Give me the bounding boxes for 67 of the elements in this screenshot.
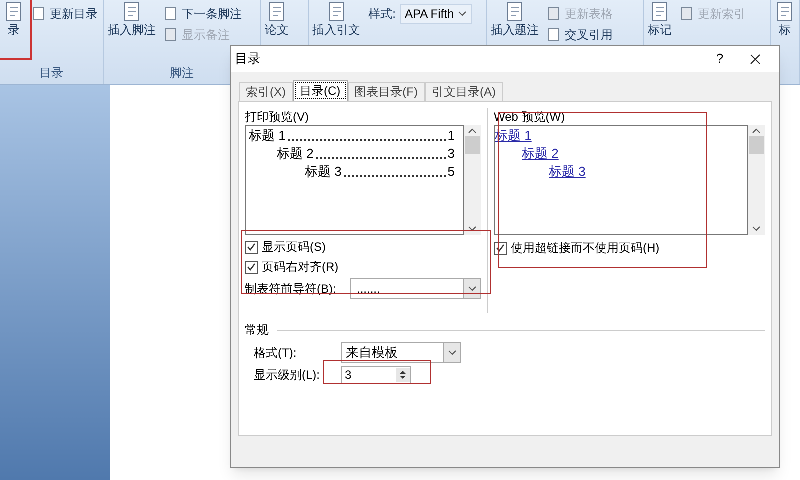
page-icon xyxy=(164,7,178,21)
document-icon xyxy=(650,2,670,22)
caret-icon xyxy=(448,350,456,356)
close-icon xyxy=(750,54,760,64)
page-number: 5 xyxy=(448,163,455,181)
document-icon xyxy=(326,2,347,22)
checkmark-icon xyxy=(496,244,505,252)
ribbon-large-button[interactable]: 标 xyxy=(775,2,795,62)
checkbox[interactable] xyxy=(245,260,258,274)
document-icon xyxy=(505,2,526,22)
format-label: 格式(T): xyxy=(254,344,298,362)
scroll-up-icon xyxy=(752,128,761,134)
format-dropdown[interactable]: 来自模板 xyxy=(341,342,461,363)
page-icon xyxy=(680,7,694,21)
document-icon xyxy=(775,2,795,22)
section-title: 常规 xyxy=(245,322,269,339)
toc-heading-text: 标题 2 xyxy=(277,145,314,163)
scroll-thumb[interactable] xyxy=(465,136,480,154)
style-label: 样式: xyxy=(368,6,396,23)
ribbon-small-button[interactable]: 交叉引用 xyxy=(547,25,614,45)
toc-hyperlink[interactable]: 标题 3 xyxy=(549,164,586,179)
document-icon xyxy=(4,2,24,22)
checkmark-icon xyxy=(247,263,256,271)
scroll-thumb[interactable] xyxy=(749,136,764,154)
help-button[interactable]: ? xyxy=(705,49,735,69)
ribbon-small-button[interactable]: 更新目录 xyxy=(32,4,98,24)
toc-heading-text: 标题 1 xyxy=(249,127,286,145)
option-label: 显示页码(S) xyxy=(262,239,326,256)
checkmark-icon xyxy=(247,243,256,251)
page-icon xyxy=(547,28,562,42)
print-preview-label: 打印预览(V) xyxy=(245,109,310,124)
scrollbar[interactable] xyxy=(748,125,765,235)
option-label: 使用超链接而不使用页码(H) xyxy=(511,240,660,257)
checkbox[interactable] xyxy=(494,242,507,254)
ribbon-large-button[interactable]: 标记 xyxy=(648,2,672,62)
caret-icon xyxy=(752,226,761,232)
page-icon xyxy=(32,7,46,21)
caret-icon xyxy=(458,11,468,17)
ribbon-large-button[interactable]: 插入引文 xyxy=(312,2,361,62)
ribbon-large-button[interactable]: 插入脚注 xyxy=(108,2,156,62)
scroll-up-icon xyxy=(468,128,477,134)
page-icon xyxy=(547,7,562,21)
ribbon-large-button[interactable]: 录 xyxy=(4,2,24,62)
leader-dropdown[interactable]: ....... xyxy=(350,278,481,299)
page-icon xyxy=(164,28,178,42)
ribbon-group-label: 目录 xyxy=(38,65,65,82)
dialog-title: 目录 xyxy=(235,50,262,68)
style-dropdown[interactable]: APA Fifth xyxy=(400,4,472,24)
page-number: 3 xyxy=(448,145,455,163)
scrollbar[interactable] xyxy=(464,125,481,235)
toc-hyperlink[interactable]: 标题 2 xyxy=(522,146,559,161)
caret-icon xyxy=(468,226,477,232)
spin-arrows-icon xyxy=(396,368,410,382)
caret-icon xyxy=(468,286,476,292)
document-icon xyxy=(266,2,287,22)
checkbox[interactable] xyxy=(245,240,258,254)
ribbon-small-button[interactable]: 下一条脚注 xyxy=(164,4,242,24)
ribbon-group-label: 脚注 xyxy=(169,65,196,82)
tab[interactable]: 目录(C) xyxy=(293,80,348,101)
toc-heading-text: 标题 3 xyxy=(305,163,342,181)
ribbon-large-button[interactable]: 论文 xyxy=(264,2,289,62)
levels-spinbox[interactable]: 3 xyxy=(341,366,411,384)
option-label: 页码右对齐(R) xyxy=(262,259,339,276)
page-number: 1 xyxy=(448,127,455,145)
document-icon xyxy=(122,2,142,22)
levels-label: 显示级别(L): xyxy=(254,367,321,384)
ribbon-large-button[interactable]: 插入题注 xyxy=(491,2,540,62)
